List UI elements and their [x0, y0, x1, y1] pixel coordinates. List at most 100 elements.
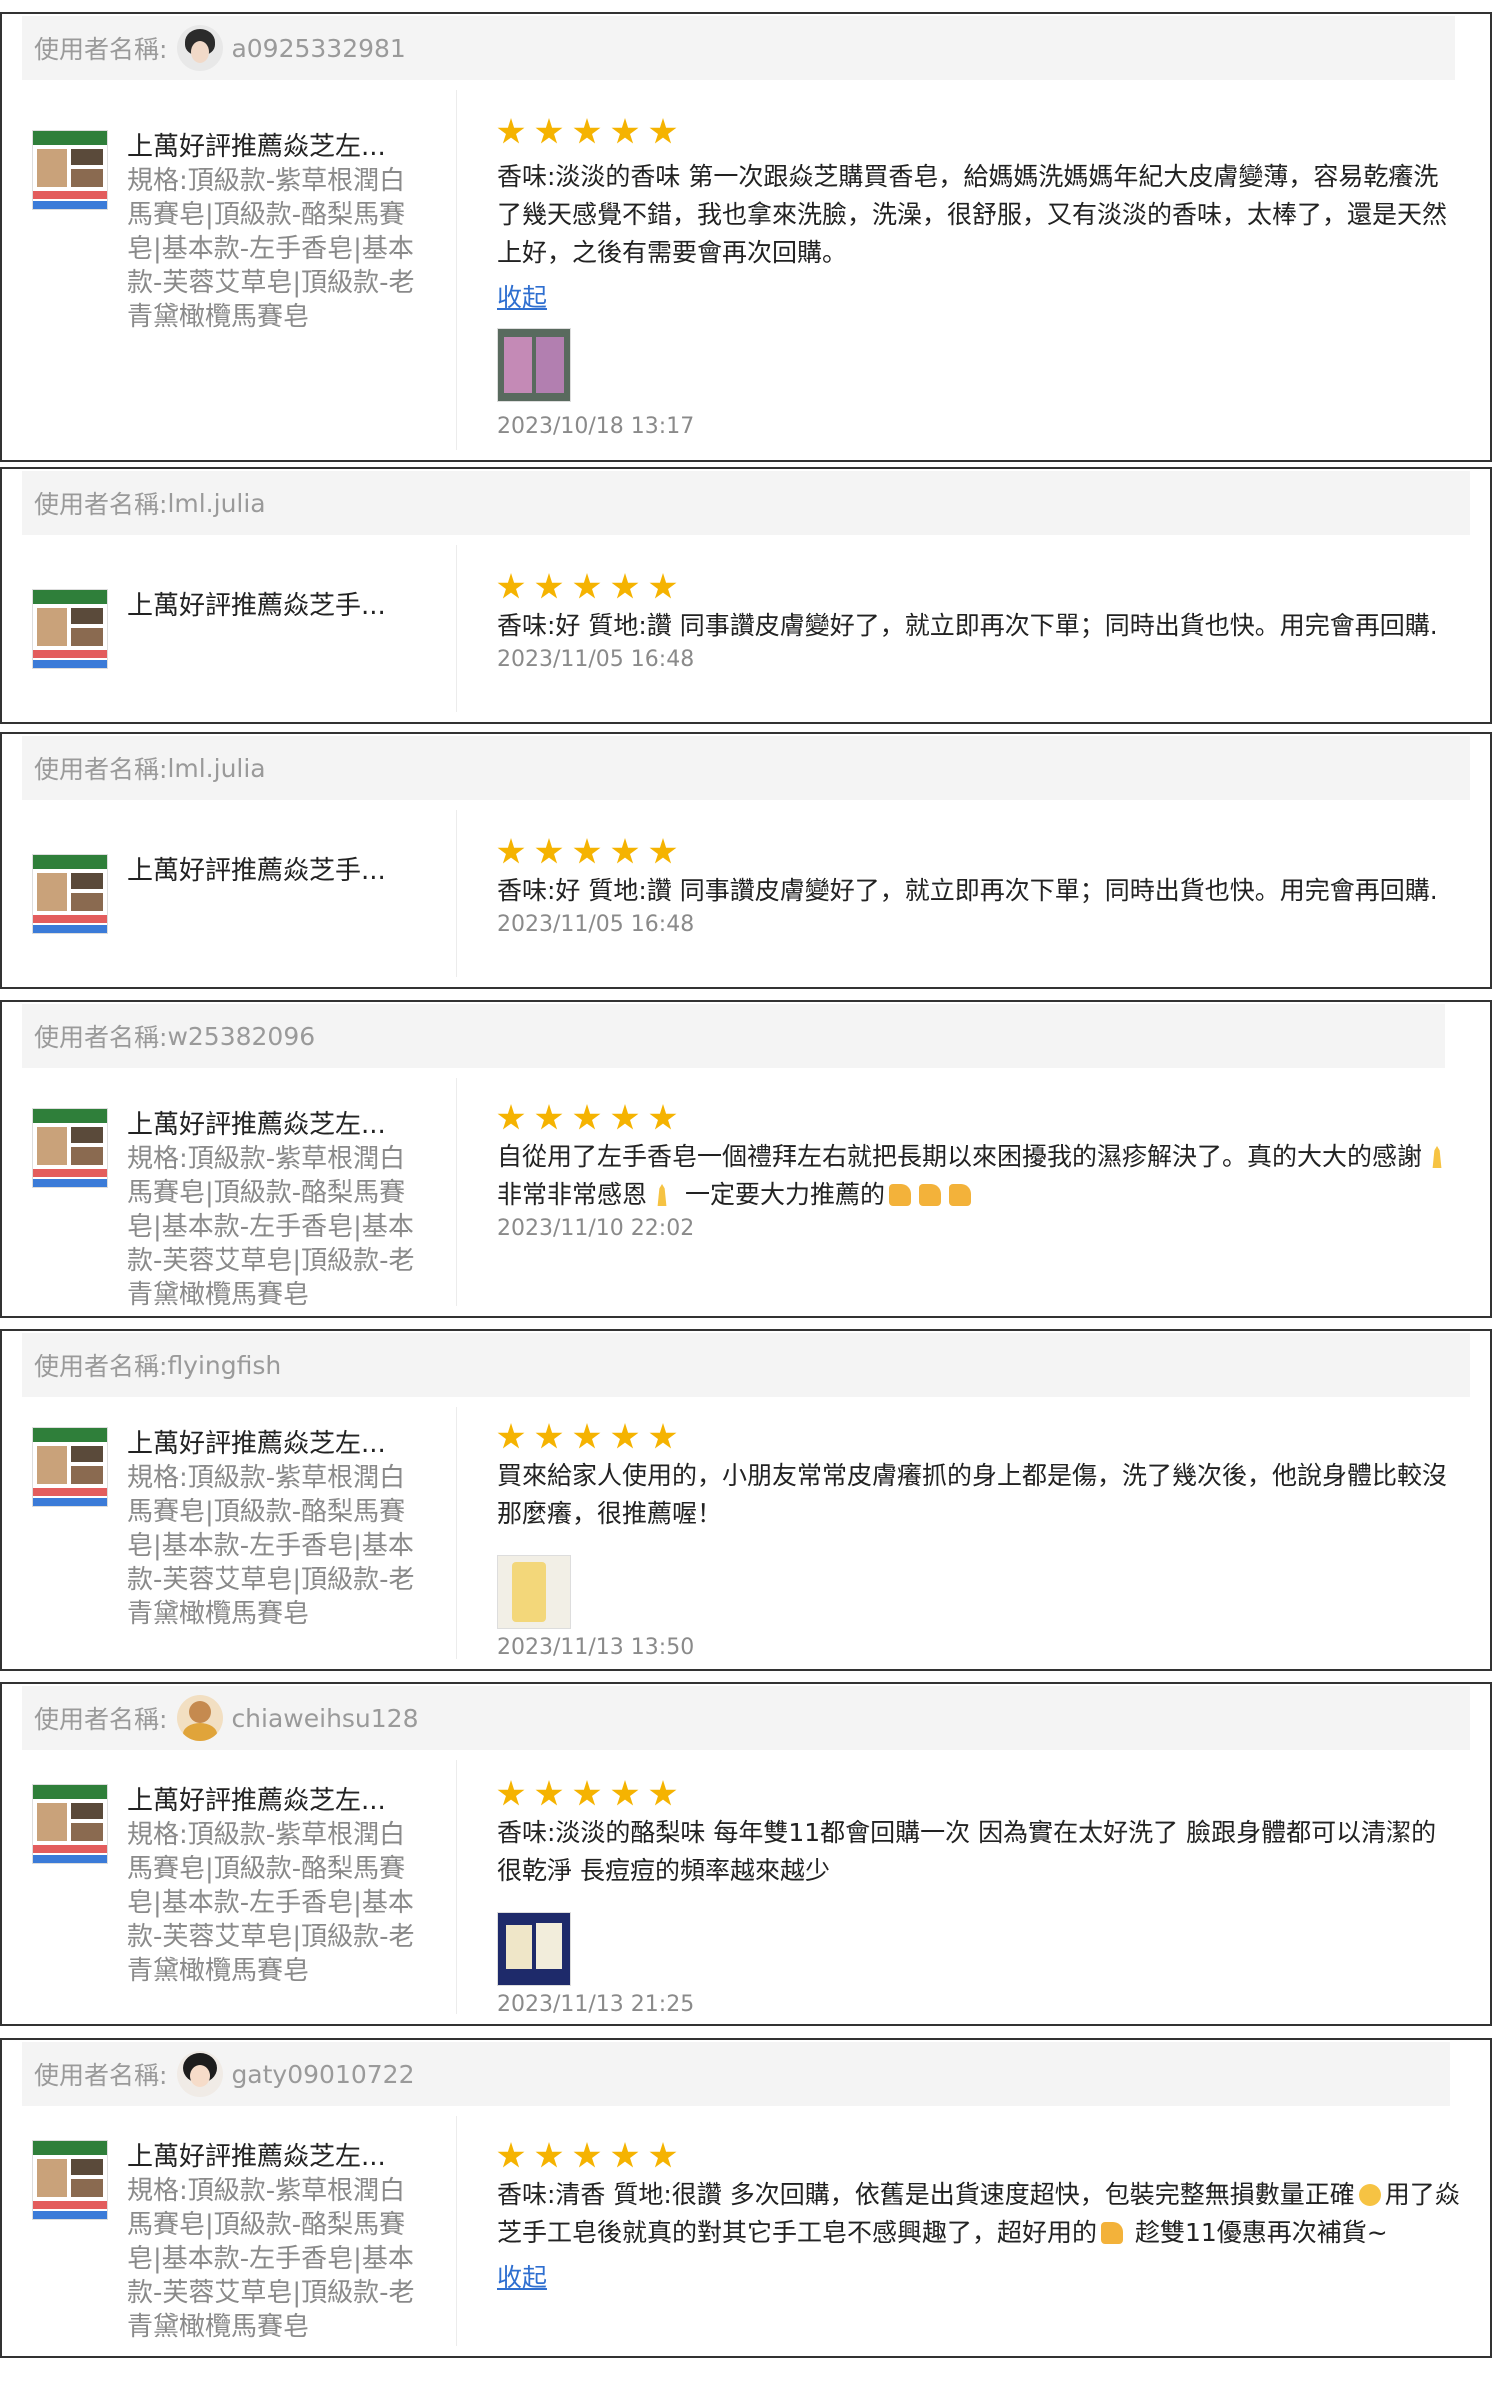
- product-thumbnail[interactable]: [32, 854, 108, 934]
- star-icon: [649, 118, 677, 144]
- product-name[interactable]: 上萬好評推薦焱芝左...: [127, 130, 432, 164]
- review-text-part: 趁雙11優惠再次補貨~: [1127, 2218, 1388, 2247]
- review-header: 使用者名稱: flyingfish: [22, 1333, 1470, 1397]
- username[interactable]: chiaweihsu128: [231, 1704, 418, 1733]
- review-body: 自從用了左手香皂一個禮拜左右就把長期以來困擾我的濕疹解決了。真的大大的感謝 非常…: [497, 1104, 1460, 1241]
- review-date: 2023/11/05 16:48: [497, 647, 695, 672]
- reviews-page: 使用者名稱: a0925332981 上萬好評推薦焱芝左... 規格:頂級款-紫…: [0, 0, 1500, 2396]
- star-icon: [649, 1780, 677, 1806]
- review-card: 使用者名稱: a0925332981 上萬好評推薦焱芝左... 規格:頂級款-紫…: [0, 12, 1492, 462]
- review-photo[interactable]: [497, 1555, 571, 1629]
- review-date: 2023/10/18 13:17: [497, 414, 695, 439]
- product-info[interactable]: 上萬好評推薦焱芝左... 規格:頂級款-紫草根潤白馬賽皂|頂級款-酪梨馬賽皂|基…: [22, 1760, 452, 2024]
- review-text: 香味:清香 質地:很讚 多次回購，依舊是出貨速度超快，包裝完整無損數量正確 用了焱…: [497, 2176, 1460, 2252]
- review-date: 2023/11/13 21:25: [497, 1992, 695, 2017]
- username[interactable]: a0925332981: [231, 34, 405, 63]
- star-icon: [649, 2142, 677, 2168]
- product-info[interactable]: 上萬好評推薦焱芝左... 規格:頂級款-紫草根潤白馬賽皂|頂級款-酪梨馬賽皂|基…: [22, 90, 452, 460]
- user-avatar[interactable]: [177, 2051, 224, 2097]
- review-photo[interactable]: [497, 1912, 571, 1986]
- divider: [456, 1078, 457, 1306]
- username-label: 使用者名稱:: [34, 755, 168, 784]
- product-thumbnail[interactable]: [32, 1108, 108, 1188]
- star-icon: [497, 1423, 525, 1449]
- collapse-link[interactable]: 收起: [497, 2258, 547, 2294]
- star-icon: [573, 573, 601, 599]
- product-name[interactable]: 上萬好評推薦焱芝手...: [127, 854, 432, 888]
- star-icon: [649, 573, 677, 599]
- star-icon: [497, 2142, 525, 2168]
- product-name[interactable]: 上萬好評推薦焱芝左...: [127, 2140, 432, 2174]
- star-icon: [535, 1104, 563, 1130]
- product-info[interactable]: 上萬好評推薦焱芝左... 規格:頂級款-紫草根潤白馬賽皂|頂級款-酪梨馬賽皂|基…: [22, 1407, 452, 1669]
- review-body: 香味:好 質地:讚 同事讚皮膚變好了，就立即再次下單；同時出貨也快。用完會再回購…: [497, 838, 1460, 937]
- review-header: 使用者名稱: lml.julia: [22, 471, 1470, 535]
- star-rating: [497, 838, 1460, 866]
- product-info[interactable]: 上萬好評推薦焱芝左... 規格:頂級款-紫草根潤白馬賽皂|頂級款-酪梨馬賽皂|基…: [22, 1078, 452, 1316]
- star-icon: [573, 118, 601, 144]
- divider: [456, 1407, 457, 1659]
- username-label: 使用者名稱:: [34, 2061, 168, 2090]
- review-text-part: 非常非常感恩: [497, 1180, 648, 1209]
- review-card: 使用者名稱: chiaweihsu128 上萬好評推薦焱芝左... 規格:頂級款…: [0, 1682, 1492, 2026]
- star-icon: [497, 118, 525, 144]
- review-text: 香味:淡淡的香味 第一次跟焱芝購買香皂，給媽媽洗媽媽年紀大皮膚變薄，容易乾癢洗了…: [497, 162, 1448, 267]
- product-thumbnail[interactable]: [32, 2140, 108, 2220]
- star-icon: [535, 1423, 563, 1449]
- divider: [456, 810, 457, 977]
- star-icon: [535, 573, 563, 599]
- review-body: 香味:清香 質地:很讚 多次回購，依舊是出貨速度超快，包裝完整無損數量正確 用了焱…: [497, 2142, 1460, 2294]
- username[interactable]: w25382096: [167, 1022, 315, 1051]
- product-info[interactable]: 上萬好評推薦焱芝左... 規格:頂級款-紫草根潤白馬賽皂|頂級款-酪梨馬賽皂|基…: [22, 2116, 452, 2356]
- user-avatar[interactable]: [177, 1695, 224, 1741]
- star-icon: [611, 2142, 639, 2168]
- product-thumbnail[interactable]: [32, 589, 108, 669]
- product-info[interactable]: 上萬好評推薦焱芝手...: [22, 810, 452, 987]
- username[interactable]: flyingfish: [167, 1351, 281, 1380]
- product-spec: 規格:頂級款-紫草根潤白馬賽皂|頂級款-酪梨馬賽皂|基本款-左手香皂|基本款-芙…: [127, 1463, 415, 1629]
- star-icon: [611, 1104, 639, 1130]
- review-card: 使用者名稱: gaty09010722 上萬好評推薦焱芝左... 規格:頂級款-…: [0, 2038, 1492, 2358]
- star-icon: [611, 838, 639, 864]
- username[interactable]: gaty09010722: [231, 2060, 414, 2089]
- product-thumbnail[interactable]: [32, 130, 108, 210]
- star-icon: [573, 1423, 601, 1449]
- product-name[interactable]: 上萬好評推薦焱芝左...: [127, 1784, 432, 1818]
- star-icon: [573, 838, 601, 864]
- product-name[interactable]: 上萬好評推薦焱芝左...: [127, 1427, 432, 1461]
- star-icon: [649, 1423, 677, 1449]
- username-label: 使用者名稱:: [34, 35, 168, 64]
- collapse-link[interactable]: 收起: [497, 278, 547, 314]
- review-date: 2023/11/05 16:48: [497, 912, 695, 937]
- star-rating: [497, 1104, 1460, 1132]
- review-body: 香味:淡淡的酪梨味 每年雙11都會回購一次 因為實在太好洗了 臉跟身體都可以清潔…: [497, 1780, 1460, 2017]
- username[interactable]: lml.julia: [167, 489, 265, 518]
- star-icon: [535, 118, 563, 144]
- user-avatar[interactable]: [177, 25, 224, 71]
- star-icon: [649, 1104, 677, 1130]
- review-photo[interactable]: [497, 328, 571, 402]
- star-icon: [573, 1780, 601, 1806]
- product-name[interactable]: 上萬好評推薦焱芝手...: [127, 589, 432, 623]
- review-body: 買來給家人使用的，小朋友常常皮膚癢抓的身上都是傷，洗了幾次後，他說身體比較沒那麼…: [497, 1423, 1460, 1660]
- review-text: 自從用了左手香皂一個禮拜左右就把長期以來困擾我的濕疹解決了。真的大大的感謝 非常…: [497, 1138, 1460, 1214]
- star-icon: [535, 838, 563, 864]
- review-header: 使用者名稱: w25382096: [22, 1004, 1445, 1068]
- review-card: 使用者名稱: lml.julia 上萬好評推薦焱芝手... 香味:好 質地:讚 …: [0, 467, 1492, 724]
- product-spec: 規格:頂級款-紫草根潤白馬賽皂|頂級款-酪梨馬賽皂|基本款-左手香皂|基本款-芙…: [127, 166, 415, 332]
- review-body: 香味:好 質地:讚 同事讚皮膚變好了，就立即再次下單；同時出貨也快。用完會再回購…: [497, 573, 1460, 672]
- review-text-part: 香味:清香 質地:很讚 多次回購，依舊是出貨速度超快，包裝完整無損數量正確: [497, 2180, 1355, 2209]
- username[interactable]: lml.julia: [167, 754, 265, 783]
- review-date: 2023/11/13 13:50: [497, 1635, 695, 1660]
- username-label: 使用者名稱:: [34, 1705, 168, 1734]
- divider: [456, 2116, 457, 2346]
- product-info[interactable]: 上萬好評推薦焱芝手...: [22, 545, 452, 722]
- review-card: 使用者名稱: w25382096 上萬好評推薦焱芝左... 規格:頂級款-紫草根…: [0, 1000, 1492, 1318]
- star-rating: [497, 1423, 1460, 1451]
- product-thumbnail[interactable]: [32, 1427, 108, 1507]
- review-text: 香味:好 質地:讚 同事讚皮膚變好了，就立即再次下單；同時出貨也快。用完會再回購…: [497, 876, 1438, 905]
- pray-icon: [1432, 1146, 1442, 1168]
- product-name[interactable]: 上萬好評推薦焱芝左...: [127, 1108, 432, 1142]
- product-thumbnail[interactable]: [32, 1784, 108, 1864]
- product-spec: 規格:頂級款-紫草根潤白馬賽皂|頂級款-酪梨馬賽皂|基本款-左手香皂|基本款-芙…: [127, 2176, 415, 2342]
